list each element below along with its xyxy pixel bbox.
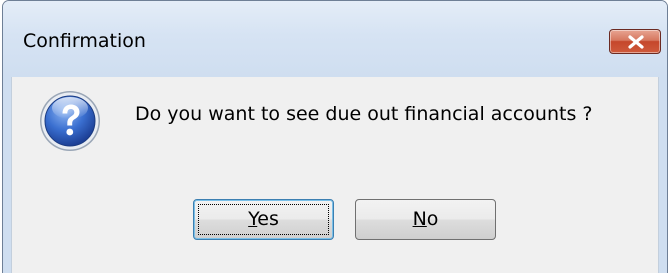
no-mnemonic: N (412, 208, 427, 230)
yes-button[interactable]: Yes (193, 199, 334, 240)
close-button[interactable] (609, 29, 661, 54)
focus-rectangle (198, 204, 329, 235)
no-rest: o (426, 208, 439, 230)
message-text: Do you want to see due out financial acc… (135, 103, 593, 125)
window-frame-right (659, 77, 667, 273)
title-bar[interactable]: Confirmation (3, 1, 667, 77)
no-button-label: No (413, 208, 439, 230)
window-frame-left (3, 77, 11, 273)
window-title: Confirmation (23, 30, 146, 52)
confirmation-dialog: Confirmation Do you want to see due out … (2, 0, 668, 273)
close-icon (628, 35, 644, 49)
question-icon (40, 91, 100, 151)
no-button[interactable]: No (355, 199, 496, 240)
